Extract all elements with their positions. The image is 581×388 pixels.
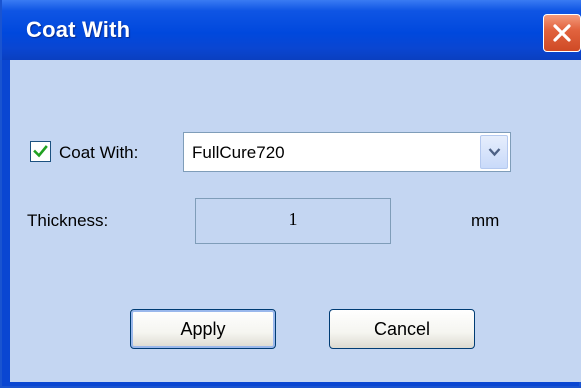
apply-button[interactable]: Apply — [130, 309, 276, 349]
thickness-label: Thickness: — [27, 211, 109, 230]
close-button[interactable] — [543, 14, 581, 52]
chevron-down-icon — [488, 148, 501, 157]
coat-with-dropdown[interactable]: FullCure720 — [183, 132, 511, 172]
dialog-title: Coat With — [26, 17, 131, 42]
thickness-unit: mm — [471, 211, 500, 230]
title-bar[interactable]: Coat With — [2, 0, 581, 60]
checkmark-icon — [33, 145, 48, 158]
close-icon — [553, 24, 571, 42]
coat-with-selected-value: FullCure720 — [192, 143, 285, 162]
thickness-value: 1 — [288, 209, 298, 229]
thickness-field[interactable]: 1 — [195, 198, 391, 244]
cancel-button[interactable]: Cancel — [329, 309, 475, 349]
dropdown-arrow-button[interactable] — [480, 135, 508, 169]
coat-with-checkbox[interactable] — [30, 141, 51, 162]
dialog-body: Coat With: FullCure720 Thickness: 1 mm A… — [10, 60, 581, 382]
coat-with-label[interactable]: Coat With: — [59, 143, 138, 163]
dialog-window: Coat With Coat With: FullCure720 Thickne… — [0, 0, 581, 388]
